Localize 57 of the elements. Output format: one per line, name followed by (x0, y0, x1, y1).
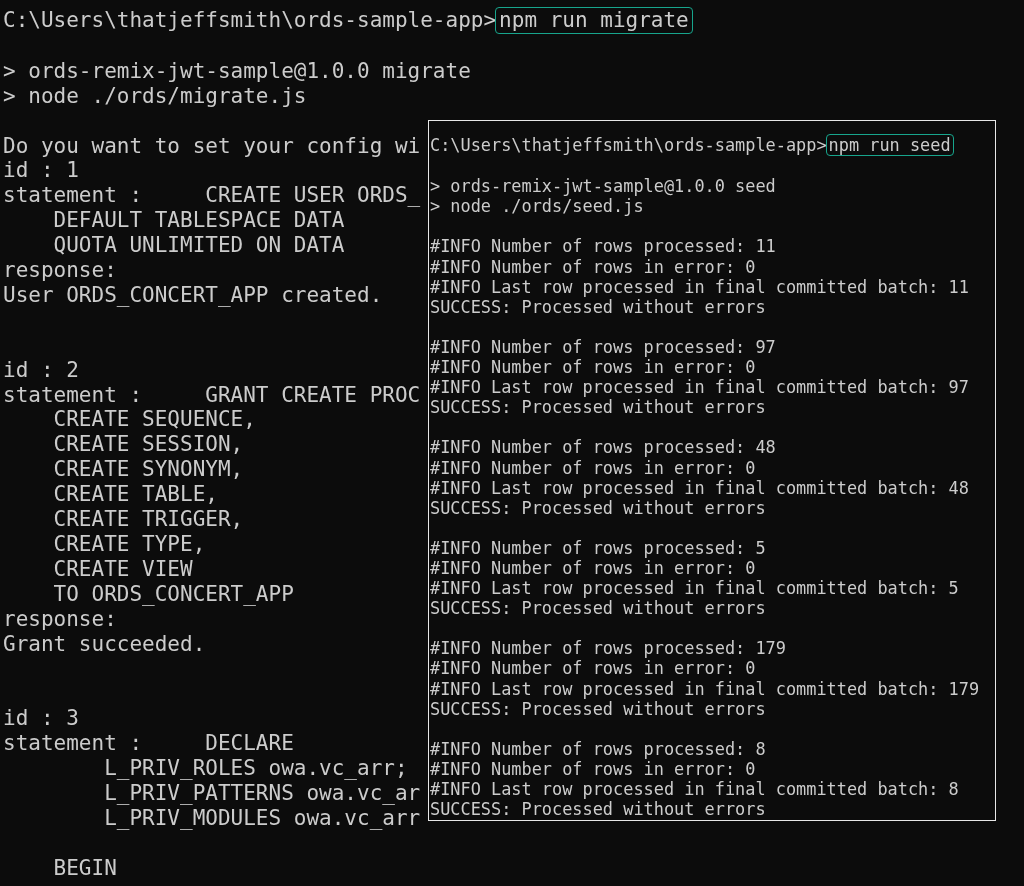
terminal-line: #INFO Last row processed in final committed batch: 179 (430, 678, 980, 699)
terminal-line: CREATE SEQUENCE, (52, 407, 256, 433)
terminal-line: DEFAULT TABLESPACE DATA (52, 208, 345, 234)
terminal-line: SUCCESS: Processed without errors (430, 296, 766, 317)
terminal-line: #INFO Last row processed in final committed batch: 5 (430, 578, 959, 599)
terminal-line: User ORDS_CONCERT_APP created. (3, 282, 383, 308)
terminal-line: #INFO Number of rows processed: 11 (430, 236, 776, 257)
terminal-line: statement : DECLARE (3, 731, 294, 757)
terminal-line: #INFO Number of rows in error: 0 (430, 658, 756, 679)
terminal-line: CREATE VIEW (52, 556, 193, 582)
terminal-line: #INFO Number of rows processed: 97 (430, 336, 776, 358)
terminal-line: L_PRIV_MODULES owa.vc_arr (103, 805, 421, 831)
terminal-line: CREATE TRIGGER, (52, 507, 244, 532)
terminal-line: id : 2 (3, 357, 79, 383)
terminal-line: #INFO Last row processed in final committed batch: 48 (430, 477, 969, 498)
terminal-line: statement : CREATE USER ORDS_ (3, 183, 421, 209)
terminal-line: id : 3 (3, 706, 79, 732)
terminal-line: #INFO Number of rows processed: 179 (430, 638, 786, 659)
terminal-line: statement : GRANT CREATE PROC (3, 382, 421, 408)
command-text: npm run seed (825, 134, 954, 157)
terminal-line: Grant succeeded. (3, 631, 206, 657)
terminal-line: #INFO Last row processed in final committed batch: 11 (430, 276, 969, 297)
terminal-line: #INFO Number of rows processed: 48 (430, 437, 776, 458)
terminal-line: response: (3, 258, 117, 283)
terminal-line: Do you want to set your config wi (3, 133, 421, 159)
terminal-line: SUCCESS: Processed without errors (430, 698, 766, 719)
prompt-path: C:\Users\thatjeffsmith\ords-sample-app> (430, 135, 827, 156)
terminal-line: L_PRIV_ROLES owa.vc_arr; (103, 756, 408, 782)
terminal-line: id : 1 (3, 158, 79, 184)
terminal-line: #INFO Number of rows in error: 0 (430, 557, 756, 579)
terminal-line: SUCCESS: Processed without errors (430, 598, 766, 619)
terminal-line: #INFO Last row processed in final committed batch: 97 (430, 377, 969, 398)
terminal-line: CREATE TABLE, (52, 482, 218, 508)
terminal-line: TO ORDS_CONCERT_APP (52, 581, 294, 607)
terminal-line: CREATE SESSION, (52, 432, 244, 458)
terminal-line: CREATE SYNONYM, (52, 457, 244, 483)
terminal-line: > ords-remix-jwt-sample@1.0.0 migrate (3, 58, 471, 84)
terminal-line: #INFO Number of rows processed: 8 (430, 738, 766, 759)
terminal-line: #INFO Last row processed in final committed batch: 8 (430, 779, 959, 800)
terminal-line: SUCCESS: Processed without errors (430, 497, 766, 518)
terminal-line: CREATE TYPE, (52, 532, 206, 557)
terminal-line: > node ./ords/seed.js (430, 196, 644, 217)
terminal-line: response: (3, 606, 117, 632)
terminal-line: #INFO Number of rows in error: 0 (430, 457, 756, 478)
prompt-path: C:\Users\thatjeffsmith\ords-sample-app> (3, 8, 497, 33)
terminal-line: #INFO Number of rows in error: 0 (430, 256, 756, 277)
terminal-line: #INFO Number of rows in error: 0 (430, 357, 756, 378)
terminal-line: SUCCESS: Processed without errors (430, 397, 766, 418)
terminal-line: > ords-remix-jwt-sample@1.0.0 seed (430, 176, 776, 197)
terminal-line: BEGIN (52, 855, 117, 881)
command-text: npm run migrate (495, 7, 693, 34)
terminal-line: #INFO Number of rows in error: 0 (430, 758, 756, 779)
terminal-line: QUOTA UNLIMITED ON DATA (52, 233, 345, 259)
terminal-line: L_PRIV_PATTERNS owa.vc_ar (103, 781, 421, 806)
terminal-line: #INFO Number of rows processed: 5 (430, 537, 766, 558)
terminal-line: > node ./ords/migrate.js (3, 83, 307, 109)
terminal-line: SUCCESS: Processed without errors (430, 799, 766, 820)
